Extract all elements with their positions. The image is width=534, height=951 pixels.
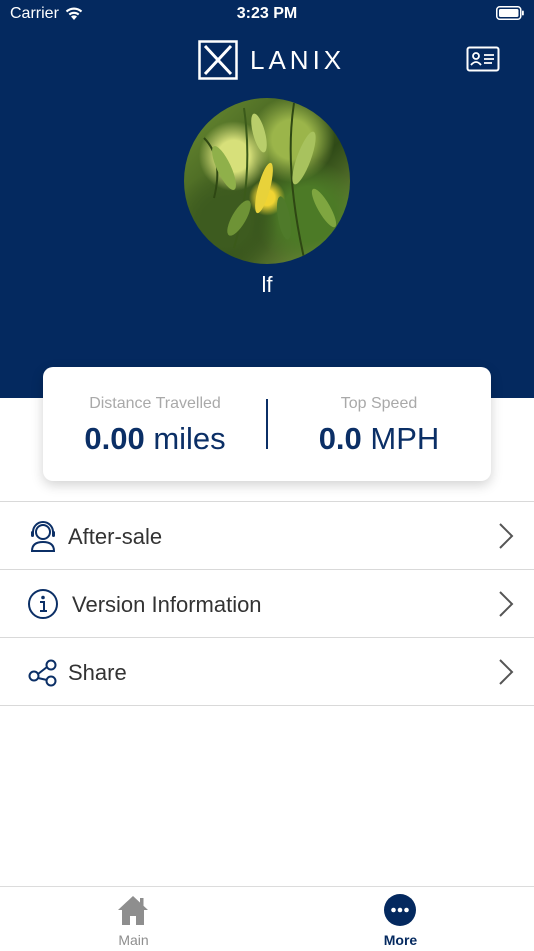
tab-label: Main [118, 932, 149, 948]
menu-bottom-divider [0, 705, 534, 706]
stats-card: Distance Travelled 0.00 miles Top Speed … [43, 367, 491, 481]
menu-item-label: Version Information [72, 592, 262, 617]
avatar-leaves-image [203, 102, 337, 259]
share-icon [28, 659, 57, 687]
logo-text: LANIX [250, 44, 346, 75]
chevron-right-icon [499, 659, 514, 685]
battery-icon [496, 6, 524, 20]
distance-value: 0.00 miles [84, 421, 226, 456]
more-icon [384, 894, 416, 926]
tab-bar: Main More [0, 886, 534, 951]
menu-item-after-sale[interactable]: After-sale [0, 501, 534, 569]
speed-label: Top Speed [340, 395, 418, 412]
speed-stat: Top Speed 0.0 MPH [267, 367, 491, 481]
tab-more[interactable]: More [267, 887, 534, 951]
menu-item-label: After-sale [68, 524, 163, 549]
profile-header: Carrier 3:23 PM LANIX lf [0, 0, 534, 398]
home-icon [118, 896, 148, 925]
distance-label: Distance Travelled [89, 395, 221, 412]
avatar[interactable] [184, 98, 350, 264]
headset-user-icon [30, 521, 56, 552]
clock: 3:23 PM [236, 5, 298, 22]
menu-item-share[interactable]: Share [0, 637, 534, 705]
chevron-right-icon [499, 523, 514, 549]
username: lf [261, 272, 273, 297]
chevron-right-icon [499, 591, 514, 617]
id-card-icon[interactable] [466, 46, 500, 72]
speed-value: 0.0 MPH [318, 421, 440, 456]
info-icon [28, 589, 58, 619]
lanix-x-logo-icon [198, 40, 238, 80]
tab-label: More [383, 932, 418, 948]
distance-stat: Distance Travelled 0.00 miles [43, 367, 267, 481]
menu-item-label: Share [68, 660, 127, 685]
tab-main[interactable]: Main [0, 887, 267, 951]
brand-logo: LANIX [198, 40, 345, 80]
menu-item-version-information[interactable]: Version Information [0, 569, 534, 637]
status-bar: Carrier 3:23 PM [0, 0, 534, 30]
